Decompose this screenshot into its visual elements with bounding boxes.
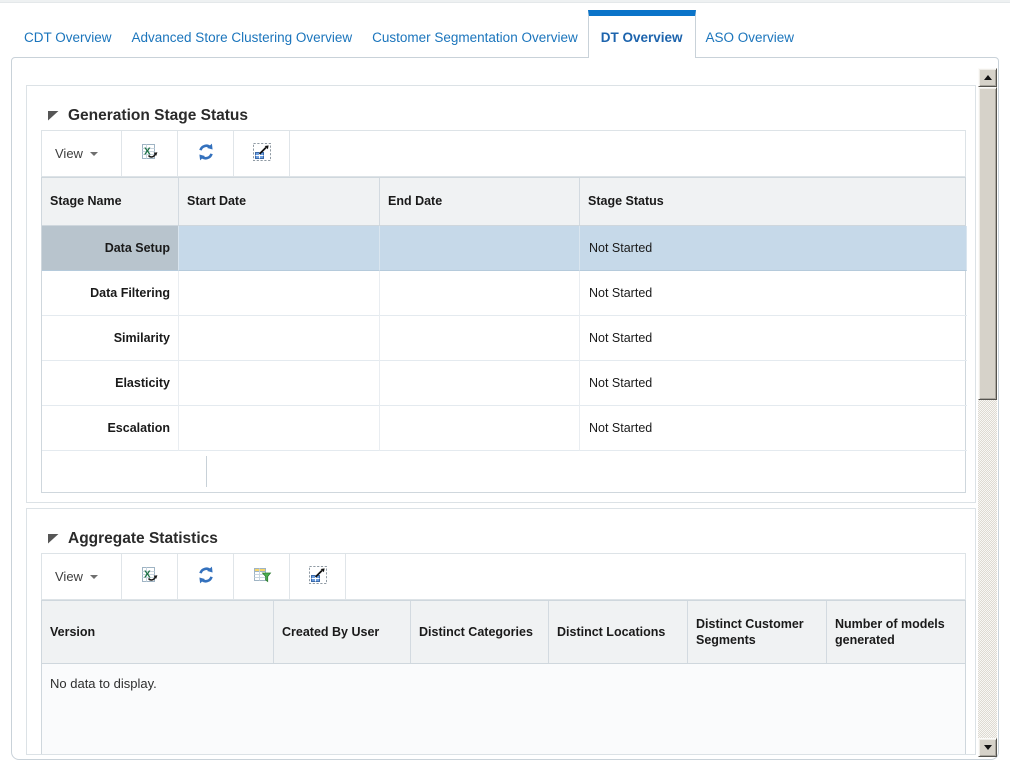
aggregate-table-empty-body: No data to display. [42, 664, 965, 754]
scrollbar-up-button[interactable] [978, 68, 997, 87]
aggregate-table-toolbar: View X [41, 553, 966, 600]
column-header-number-of-models-generated[interactable]: Number of models generated [827, 601, 967, 663]
tab-dt-overview[interactable]: DT Overview [587, 10, 696, 58]
detach-icon [308, 565, 328, 588]
export-to-excel-icon: X [140, 142, 160, 165]
view-menu-button[interactable]: View [42, 131, 122, 176]
collapse-triangle-icon[interactable] [48, 533, 59, 544]
export-to-excel-icon: X [140, 565, 160, 588]
detach-button[interactable] [234, 131, 290, 176]
arrow-down-icon [983, 745, 992, 750]
start-date-cell[interactable] [179, 316, 380, 361]
tab-advanced-store-clustering-overview[interactable]: Advanced Store Clustering Overview [122, 10, 363, 57]
generation-stage-status-table: Stage Name Start Date End Date Stage Sta… [41, 177, 967, 493]
collapse-triangle-icon[interactable] [48, 110, 59, 121]
column-header-start-date[interactable]: Start Date [179, 178, 380, 225]
stage-table-header-row: Stage Name Start Date End Date Stage Sta… [42, 178, 965, 226]
tab-aso-overview[interactable]: ASO Overview [696, 10, 805, 57]
start-date-cell[interactable] [179, 406, 380, 451]
view-menu-label: View [55, 569, 83, 584]
section-title: Aggregate Statistics [68, 529, 218, 547]
start-date-cell[interactable] [179, 361, 380, 406]
refresh-icon [196, 142, 216, 165]
tab-customer-segmentation-overview[interactable]: Customer Segmentation Overview [362, 10, 588, 57]
end-date-cell[interactable] [380, 361, 580, 406]
table-row-escalation[interactable]: Escalation Not Started [42, 406, 967, 451]
stage-table-toolbar: View X [41, 130, 966, 177]
refresh-button[interactable] [178, 131, 234, 176]
stage-name-cell[interactable]: Data Setup [42, 226, 179, 271]
stage-name-cell[interactable]: Data Filtering [42, 271, 179, 316]
start-date-cell[interactable] [179, 271, 380, 316]
aggregate-table-header-row: Version Created By User Distinct Categor… [42, 601, 965, 664]
refresh-icon [196, 565, 216, 588]
stage-status-cell[interactable]: Not Started [580, 406, 967, 451]
end-date-cell[interactable] [380, 271, 580, 316]
detach-button[interactable] [290, 554, 346, 599]
end-date-cell[interactable] [380, 316, 580, 361]
aggregate-statistics-table: Version Created By User Distinct Categor… [41, 600, 966, 754]
export-to-excel-button[interactable]: X [122, 131, 178, 176]
column-header-version[interactable]: Version [42, 601, 274, 663]
query-by-example-button[interactable] [234, 554, 290, 599]
stage-status-cell[interactable]: Not Started [580, 361, 967, 406]
overview-tab-bar: CDT Overview Advanced Store Clustering O… [0, 0, 1010, 58]
vertical-scrollbar[interactable] [978, 68, 997, 757]
chevron-down-icon [89, 574, 98, 579]
generation-stage-status-section: Generation Stage Status View X Stage Nam… [26, 85, 976, 503]
table-row-data-setup[interactable]: Data Setup Not Started [42, 226, 967, 271]
detach-icon [252, 142, 272, 165]
stage-table-footer [42, 451, 965, 492]
table-row-elasticity[interactable]: Elasticity Not Started [42, 361, 967, 406]
no-data-message: No data to display. [50, 676, 157, 691]
section-title: Generation Stage Status [68, 106, 249, 124]
scrollbar-down-button[interactable] [978, 738, 997, 757]
tab-cdt-overview[interactable]: CDT Overview [14, 10, 122, 57]
chevron-down-icon [89, 151, 98, 156]
stage-name-cell[interactable]: Escalation [42, 406, 179, 451]
aggregate-statistics-section: Aggregate Statistics View X Version Crea… [26, 508, 976, 755]
scrollbar-thumb[interactable] [978, 87, 997, 400]
arrow-up-icon [983, 75, 992, 80]
footer-divider [206, 456, 207, 487]
view-menu-label: View [55, 146, 83, 161]
column-header-distinct-customer-segments[interactable]: Distinct Customer Segments [688, 601, 827, 663]
table-row-similarity[interactable]: Similarity Not Started [42, 316, 967, 361]
export-to-excel-button[interactable]: X [122, 554, 178, 599]
stage-status-cell[interactable]: Not Started [580, 271, 967, 316]
column-header-distinct-categories[interactable]: Distinct Categories [411, 601, 549, 663]
view-menu-button[interactable]: View [42, 554, 122, 599]
stage-status-cell[interactable]: Not Started [580, 316, 967, 361]
stage-name-cell[interactable]: Elasticity [42, 361, 179, 406]
column-header-end-date[interactable]: End Date [380, 178, 580, 225]
aggregate-statistics-header: Aggregate Statistics [27, 509, 975, 553]
column-header-stage-name[interactable]: Stage Name [42, 178, 179, 225]
column-header-created-by-user[interactable]: Created By User [274, 601, 411, 663]
stage-status-cell[interactable]: Not Started [580, 226, 967, 271]
start-date-cell[interactable] [179, 226, 380, 271]
end-date-cell[interactable] [380, 226, 580, 271]
column-header-distinct-locations[interactable]: Distinct Locations [549, 601, 688, 663]
dt-overview-content-panel: Generation Stage Status View X Stage Nam… [11, 57, 999, 760]
query-by-example-icon [252, 565, 272, 588]
table-row-data-filtering[interactable]: Data Filtering Not Started [42, 271, 967, 316]
generation-stage-status-header: Generation Stage Status [27, 86, 975, 130]
column-header-stage-status[interactable]: Stage Status [580, 178, 967, 225]
refresh-button[interactable] [178, 554, 234, 599]
stage-name-cell[interactable]: Similarity [42, 316, 179, 361]
end-date-cell[interactable] [380, 406, 580, 451]
